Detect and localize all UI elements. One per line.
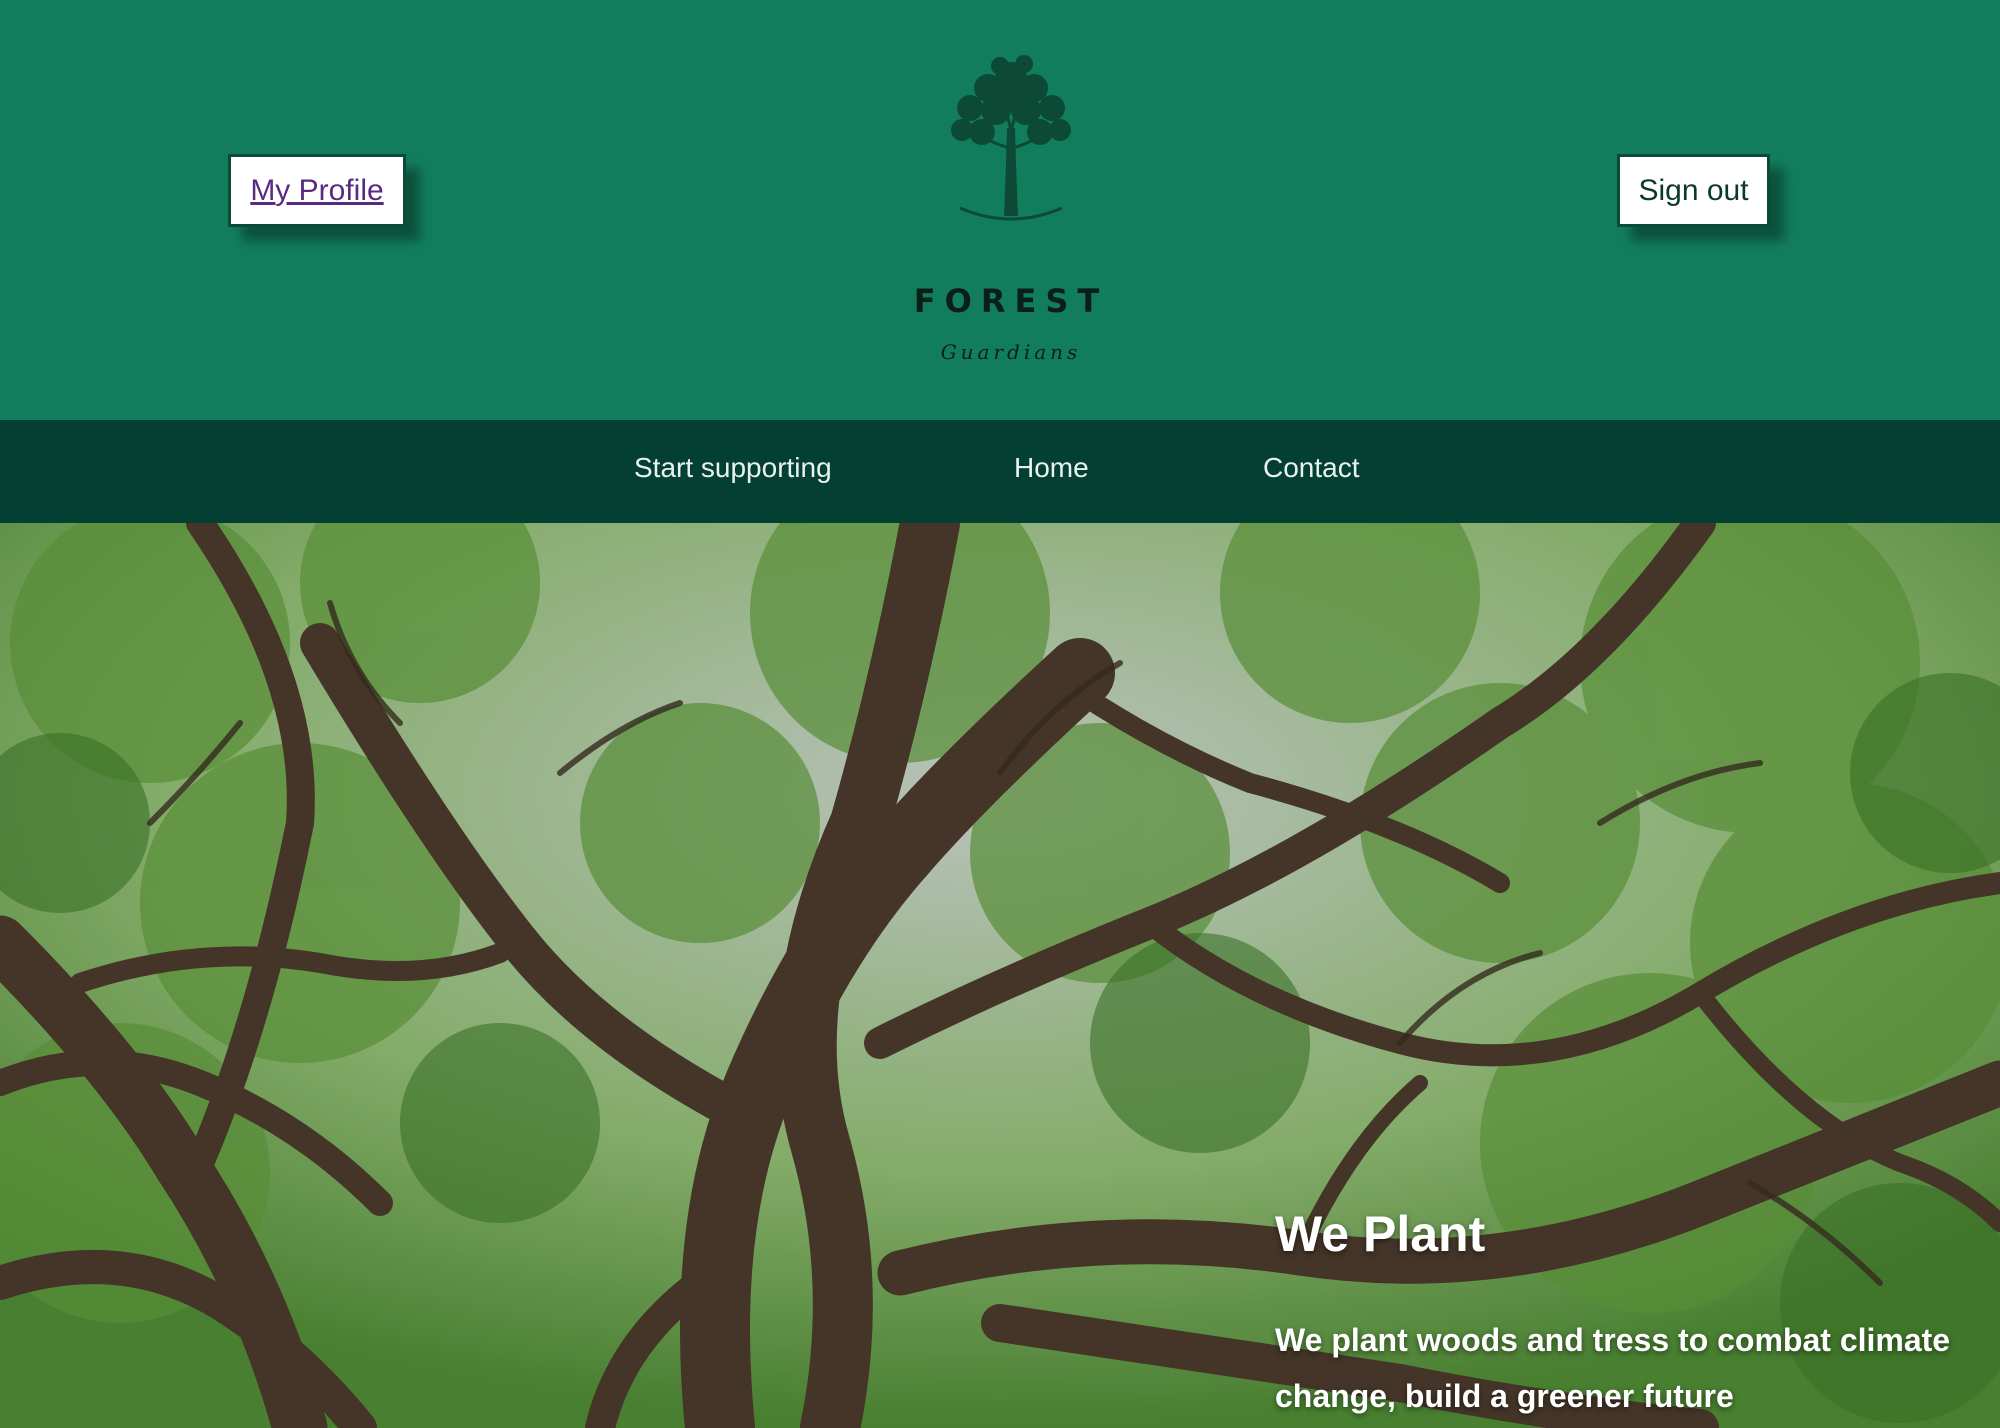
sign-out-button[interactable]: Sign out [1617,154,1770,227]
hero-title: We Plant [1275,1206,1486,1262]
hero-description: We plant woods and tress to combat clima… [1275,1322,1951,1414]
hero-banner-image [0,523,2000,1428]
nav-item-contact[interactable]: Contact [1263,452,1360,484]
tree-icon [951,55,1071,221]
site-header: My Profile FOREST Guardians Sign out [0,0,2000,420]
main-nav [0,420,2000,523]
nav-item-start-supporting[interactable]: Start supporting [634,452,832,484]
forest-guardians-logo[interactable]: FOREST Guardians [900,40,1122,364]
logo-subtitle: Guardians [940,340,1082,364]
my-profile-button[interactable]: My Profile [228,154,406,227]
nav-item-home[interactable]: Home [1014,452,1089,484]
logo-title: FOREST [913,282,1109,320]
